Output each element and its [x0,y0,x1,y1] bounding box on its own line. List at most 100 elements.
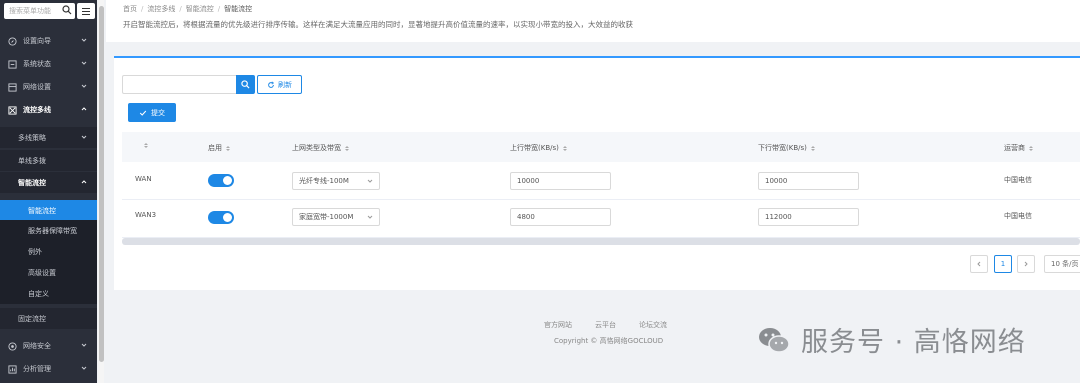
chevron-down-icon [367,215,373,219]
breadcrumb-current: 智能流控 [224,5,253,13]
column-header[interactable]: 运营商 [1004,143,1033,153]
table-header: 启用 上网类型及带宽 上行带宽(KB/s) 下行带宽(KB/s) 运营商 [122,132,1080,162]
main-card: 刷新 提交 启用 上网类型及带宽 上行带宽(KB/s) 下行带宽(KB/s) 运… [114,56,1080,290]
watermark: 服务号 · 高恪网络 [757,320,1026,359]
next-page-button[interactable] [1017,255,1035,273]
breadcrumb-home[interactable]: 首页 [123,5,137,13]
compass-icon [8,36,17,46]
chevron-down-icon [81,38,87,42]
footer-link[interactable]: 论坛交流 [639,320,667,330]
copyright: Copyright © 高恪网络GOCLOUD [554,337,664,345]
sidebar-subsub-label: 自定义 [28,289,49,298]
sidebar-sub-label: 多线策略 [18,133,46,142]
sidebar-subsub-custom[interactable]: 自定义 [0,283,97,304]
page-number-button[interactable]: 1 [994,255,1012,273]
search-icon [241,80,250,89]
search-input[interactable] [122,75,237,94]
chevron-down-icon [81,366,87,370]
column-header[interactable]: 上行带宽(KB/s) [510,143,567,153]
sort-icon[interactable] [144,143,148,148]
submit-button[interactable]: 提交 [128,103,176,122]
sidebar-sub-label: 智能流控 [18,178,46,187]
isp-value: 中国电信 [1004,176,1032,184]
menu-toggle-icon[interactable] [77,3,95,19]
breadcrumb: 首页 / 流控多线 / 智能流控 / 智能流控 [123,5,253,13]
chevron-down-icon [81,61,87,65]
sidebar-sub-label: 固定流控 [18,314,46,323]
breadcrumb-flow[interactable]: 流控多线 [147,5,175,13]
page-header: 首页 / 流控多线 / 智能流控 / 智能流控 开启智能流控后，将根据流量的优先级进行排序传… [106,0,1080,42]
sidebar-item-label: 网络安全 [23,342,51,350]
enable-toggle[interactable] [208,174,234,187]
network-type-select[interactable]: 光纤专线-100M [292,172,380,190]
network-type-select[interactable]: 家庭宽带-1000M [292,208,380,226]
download-bandwidth-input[interactable]: 10000 [758,172,859,190]
watermark-text: 服务号 · 高恪网络 [801,327,1026,358]
column-header[interactable] [140,143,148,148]
sidebar-item-analysis[interactable]: 分析管理 [0,358,97,380]
sidebar-subsub-label: 服务器保障带宽 [28,226,77,235]
sidebar-search-input[interactable]: 搜索菜单功能 [4,3,75,19]
sidebar-item-security[interactable]: 网络安全 [0,335,97,357]
sidebar-sub-multiline[interactable]: 多线策略 [0,127,97,148]
page-size-select[interactable]: 10 条/页 [1044,255,1080,273]
sort-icon[interactable] [562,145,567,151]
sidebar-item-label: 设置向导 [23,37,51,45]
sidebar-subsub-server-bandwidth[interactable]: 服务器保障带宽 [0,220,97,241]
footer-link[interactable]: 官方网站 [544,320,572,330]
sidebar-subsub-advanced[interactable]: 高级设置 [0,262,97,283]
sidebar-item-network[interactable]: 网络设置 [0,76,97,98]
table-horizontal-scrollbar[interactable] [122,238,1080,245]
sidebar-item-status[interactable]: 系统状态 [0,53,97,75]
footer-links: 官方网站 云平台 论坛交流 [544,320,667,330]
chevron-left-icon [977,261,981,267]
sort-icon[interactable] [226,145,230,151]
breadcrumb-smart[interactable]: 智能流控 [186,5,214,13]
sidebar-subsub-exception[interactable]: 例外 [0,241,97,262]
wan-name: WAN3 [135,211,157,219]
sort-icon[interactable] [810,145,815,151]
flow-icon [8,105,17,115]
refresh-button[interactable]: 刷新 [257,75,302,94]
monitor-icon [8,59,17,69]
refresh-icon [268,80,275,88]
sort-icon[interactable] [1029,145,1033,151]
enable-toggle[interactable] [208,211,234,224]
sidebar-sub-smart-flow[interactable]: 智能流控 [0,172,97,193]
search-button[interactable] [236,75,255,94]
search-icon[interactable] [62,5,72,15]
check-icon [139,110,147,116]
page-description: 开启智能流控后，将根据流量的优先级进行排序传输。这样在满足大流量应用的同时，显著… [123,20,633,29]
wan-name: WAN [135,175,152,183]
chevron-down-icon [81,343,87,347]
chevron-up-icon [81,180,87,184]
column-header[interactable]: 上网类型及带宽 [292,143,349,153]
upload-bandwidth-input[interactable]: 4800 [510,208,611,226]
table-row: WAN 光纤专线-100M 10000 10000 中国电信 [122,162,1080,200]
download-bandwidth-input[interactable]: 112000 [758,208,859,226]
upload-bandwidth-input[interactable]: 10000 [510,172,611,190]
sidebar-item-flow-control[interactable]: 流控多线 [0,99,97,121]
footer-link[interactable]: 云平台 [595,320,616,330]
submit-label: 提交 [151,108,165,117]
isp-value: 中国电信 [1004,212,1032,220]
sidebar-subsub-smart-flow[interactable]: 智能流控 [0,200,97,221]
sidebar-search-placeholder: 搜索菜单功能 [9,7,51,15]
network-icon [8,82,17,92]
shield-icon [8,341,17,351]
sidebar-scrollbar[interactable] [98,0,104,383]
prev-page-button[interactable] [970,255,988,273]
sidebar-sub-fixed-flow[interactable]: 固定流控 [0,308,97,329]
column-header[interactable]: 下行带宽(KB/s) [758,143,815,153]
sidebar-item-label: 流控多线 [23,106,51,114]
column-header[interactable]: 启用 [208,143,230,153]
sidebar-item-wizard[interactable]: 设置向导 [0,30,97,52]
sort-icon[interactable] [345,145,349,151]
chevron-up-icon [81,107,87,111]
sidebar-sub-single-multidial[interactable]: 单线多拨 [0,150,97,171]
chevron-right-icon [1024,261,1028,267]
sidebar: 搜索菜单功能 设置向导 系统状态 网络设置 流控多线 多线策略 单线多拨 智能流… [0,0,97,383]
chevron-down-icon [81,84,87,88]
sidebar-item-label: 系统状态 [23,60,51,68]
table-row: WAN3 家庭宽带-1000M 4800 112000 中国电信 [122,200,1080,238]
